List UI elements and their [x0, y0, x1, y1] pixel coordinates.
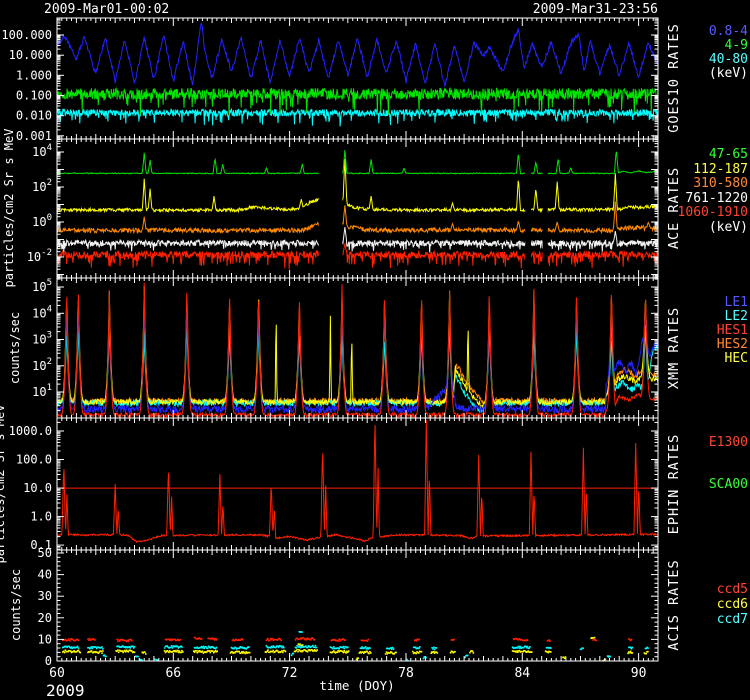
series-47-65: [57, 150, 658, 174]
x-tick-label: 60: [49, 666, 65, 681]
y-tick-label: 103: [32, 331, 52, 347]
y-tick-label: 1.000: [16, 68, 52, 82]
legend-acis-ccd6: ccd6: [717, 597, 748, 612]
y-tick-label: 10.000: [9, 48, 52, 62]
x-axis-label: time (DOY): [297, 678, 417, 693]
legend-xmm-HEC: HEC: [725, 351, 748, 366]
radiation-monitor-plot: 100.00010.0001.0000.1000.0100.0011041021…: [0, 0, 750, 700]
legend-ace-47-65: 47-65: [709, 147, 748, 162]
plot-canvas: 100.00010.0001.0000.1000.0100.0011041021…: [0, 0, 750, 700]
legend-xmm-HES2: HES2: [717, 337, 748, 352]
y-tick-label: 20: [38, 611, 52, 625]
legend-ace-1060-1910: 1060-1910: [678, 205, 748, 220]
series-1060-1910: [57, 243, 658, 269]
legend-goes10-(keV): (keV): [709, 66, 748, 81]
y-tick-label: 104: [32, 143, 52, 159]
legend-ace-112-187: 112-187: [693, 162, 748, 177]
series-0.8-4: [57, 24, 658, 87]
y-tick-label: 0.001: [16, 129, 52, 143]
legend-ephin-SCA00: SCA00: [709, 477, 748, 492]
y-tick-label: 100.0: [16, 453, 52, 467]
panel-title-ephin: EPHIN RATES: [666, 434, 682, 534]
y-tick-labels-goes10: 100.000 10.000 1.000 0.100 0.010 0.001: [1, 28, 52, 143]
series-E1300: [57, 420, 658, 543]
y-tick-label: 30: [38, 589, 52, 603]
plot-end-time: 2009-Mar31-23:56: [533, 2, 658, 17]
y-tick-label: 10-2: [27, 248, 52, 264]
ylabel-xmm: counts/sec: [8, 312, 22, 384]
legend-ace-310-580: 310-580: [693, 176, 748, 191]
panel-ace: 104 102 100 10-2: [27, 139, 658, 278]
data-gap: [543, 140, 548, 277]
panel-title-goes10: GOES10 RATES: [666, 23, 682, 133]
axis-ticks-ephin: [57, 418, 658, 550]
y-tick-label: 102: [32, 178, 52, 194]
legend-acis-ccd5: ccd5: [717, 582, 748, 597]
axis-ticks-acis: [57, 550, 658, 661]
series-ccd5: [62, 637, 632, 643]
legend-ephin-E1300: E1300: [709, 435, 748, 450]
data-gap: [525, 140, 531, 277]
data-gap: [319, 140, 343, 277]
y-tick-label: 1000.0: [9, 424, 52, 438]
panel-acis: 50403020100: [38, 546, 658, 668]
legend-goes10-4-9: 4-9: [725, 38, 748, 53]
legend-ace-761-1220: 761-1220: [685, 191, 748, 206]
y-tick-label: 0.010: [16, 109, 52, 123]
y-tick-label: 50: [38, 546, 52, 560]
y-tick-label: 102: [32, 357, 52, 373]
y-tick-label: 100.000: [1, 28, 52, 42]
legend-goes10-0.8-4: 0.8-4: [709, 24, 748, 39]
plot-start-time: 2009-Mar01-00:02: [44, 2, 169, 17]
y-tick-label: 104: [32, 304, 52, 320]
legend-xmm-LE2: LE2: [725, 309, 748, 324]
panel-ephin: 1000.0100.010.01.00.1: [9, 418, 658, 552]
series-HES1: [57, 283, 658, 417]
y-tick-labels-acis: 50403020100: [38, 546, 52, 668]
y-tick-labels-xmm: 105 104 103 102 101: [32, 278, 52, 399]
y-tick-label: 0.100: [16, 89, 52, 103]
y-tick-label: 100: [32, 213, 52, 229]
y-tick-label: 105: [32, 278, 52, 294]
legend-xmm-HES1: HES1: [717, 323, 748, 338]
x-tick-label: 90: [631, 666, 647, 681]
ylabel-ace: particles/cm2 Sr s MeV: [2, 129, 16, 288]
series-112-187: [57, 159, 658, 212]
x-tick-label: 66: [165, 666, 181, 681]
y-tick-label: 10: [38, 632, 52, 646]
ylabel-acis: counts/sec: [9, 569, 23, 641]
y-tick-label: 10.0: [23, 481, 52, 495]
x-tick-label: 72: [282, 666, 298, 681]
y-tick-labels-ace: 104 102 100 10-2: [27, 143, 52, 264]
legend-xmm-LE1: LE1: [725, 295, 748, 310]
y-tick-label: 101: [32, 383, 52, 399]
panel-title-xmm: XMM RATES: [666, 307, 682, 389]
legend-ace-(keV): (keV): [709, 220, 748, 235]
y-tick-labels-ephin: 1000.0100.010.01.00.1: [9, 424, 52, 552]
ylabel-ephin: particles/cm2 Sr s MeV: [0, 405, 7, 564]
x-tick-label: 84: [514, 666, 530, 681]
legend-acis-ccd7: ccd7: [717, 612, 748, 627]
legend-goes10-40-80: 40-80: [709, 52, 748, 67]
series-40-80: [57, 109, 658, 126]
y-tick-label: 40: [38, 568, 52, 582]
x-axis-year: 2009: [46, 681, 85, 700]
panel-title-acis: ACIS RATES: [666, 559, 682, 650]
panel-goes10: 100.000 10.000 1.000 0.100 0.010 0.001: [1, 18, 658, 143]
panel-xmm: 105 104 103 102 101: [32, 278, 658, 418]
y-tick-label: 1.0: [30, 510, 52, 524]
